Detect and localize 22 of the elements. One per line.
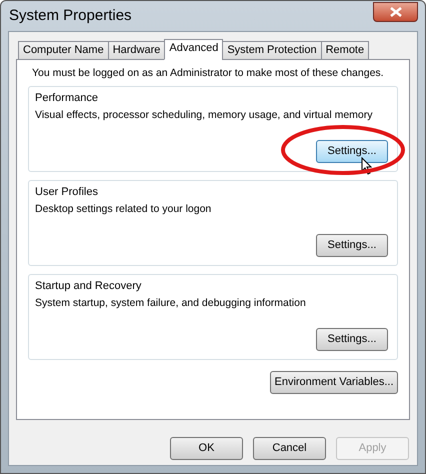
close-icon (390, 7, 402, 17)
tab[interactable]: Hardware (108, 41, 166, 60)
dialog-button[interactable]: Settings... (316, 328, 388, 351)
tab[interactable]: Advanced (164, 39, 224, 60)
tab[interactable]: Remote (320, 41, 370, 60)
group-description: Desktop settings related to your logon (35, 202, 212, 216)
dialog-button[interactable]: Cancel (253, 437, 326, 460)
group-title: Startup and Recovery (35, 279, 142, 293)
tab[interactable]: Computer Name (18, 41, 109, 60)
group-description: System startup, system failure, and debugging information (35, 296, 306, 310)
cursor-icon (361, 157, 373, 175)
group-title: User Profiles (35, 185, 98, 199)
administrator-notice: You must be logged on as an Administrator to make most of these changes. (31, 66, 385, 80)
window-title: System Properties (8, 6, 132, 26)
tab[interactable]: System Protection (222, 41, 322, 60)
dialog-button[interactable]: Environment Variables... (270, 371, 398, 394)
group-title: Performance (35, 91, 98, 105)
dialog-button[interactable]: Settings... (316, 234, 388, 257)
close-button[interactable] (373, 2, 418, 22)
dialog-button[interactable]: Settings... (316, 140, 388, 163)
group-description: Visual effects, processor scheduling, memory usage, and virtual memory (35, 108, 373, 122)
dialog-button[interactable]: OK (170, 437, 243, 460)
